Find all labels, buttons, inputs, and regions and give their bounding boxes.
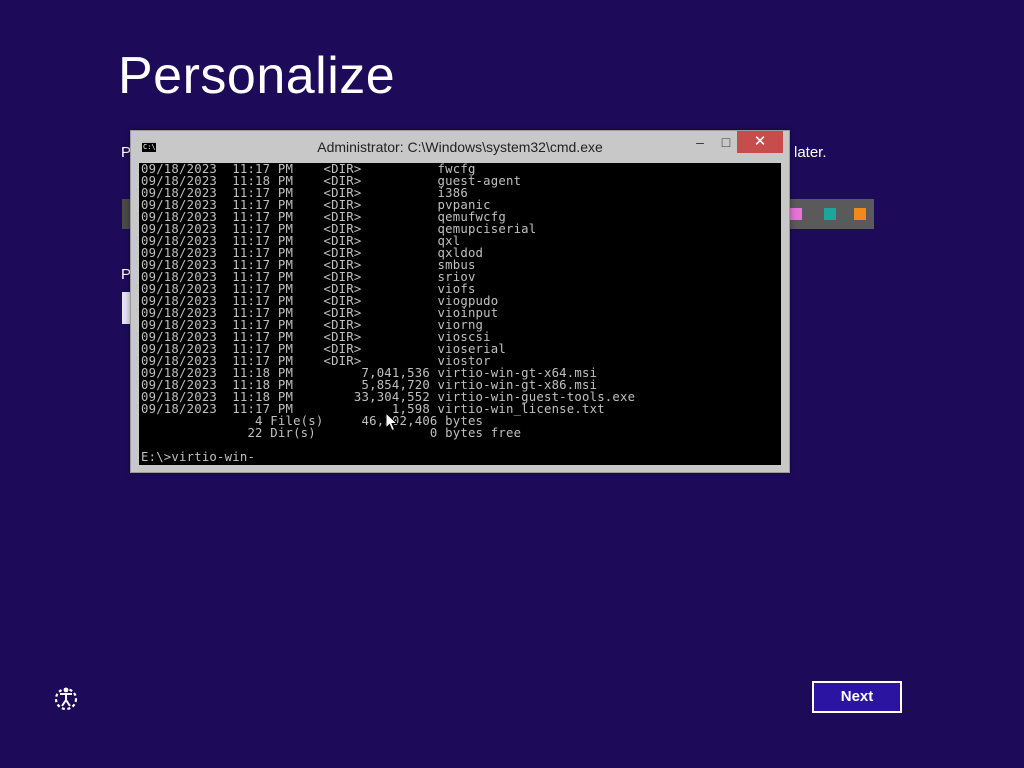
- description-text-end: later.: [794, 144, 827, 161]
- color-picker-strip[interactable]: [780, 199, 874, 229]
- mouse-cursor-icon: [385, 412, 399, 432]
- color-swatch-teal[interactable]: [824, 208, 836, 220]
- console-prompt[interactable]: E:\>virtio-win-: [141, 451, 255, 463]
- cmd-titlebar[interactable]: C:\ Administrator: C:\Windows\system32\c…: [131, 131, 789, 163]
- maximize-button[interactable]: □: [713, 131, 739, 153]
- cmd-console[interactable]: 09/18/2023 11:17 PM <DIR> fwcfg 09/18/202…: [139, 163, 781, 465]
- close-button[interactable]: ✕: [737, 131, 783, 153]
- next-button[interactable]: Next: [812, 681, 902, 713]
- cmd-window[interactable]: C:\ Administrator: C:\Windows\system32\c…: [130, 130, 790, 473]
- minimize-button[interactable]: –: [687, 131, 713, 153]
- color-swatch-pink[interactable]: [790, 208, 802, 220]
- ease-of-access-icon[interactable]: [52, 684, 80, 712]
- color-swatch-orange[interactable]: [854, 208, 866, 220]
- page-title: Personalize: [118, 47, 396, 105]
- console-output: 09/18/2023 11:17 PM <DIR> fwcfg 09/18/202…: [141, 163, 635, 439]
